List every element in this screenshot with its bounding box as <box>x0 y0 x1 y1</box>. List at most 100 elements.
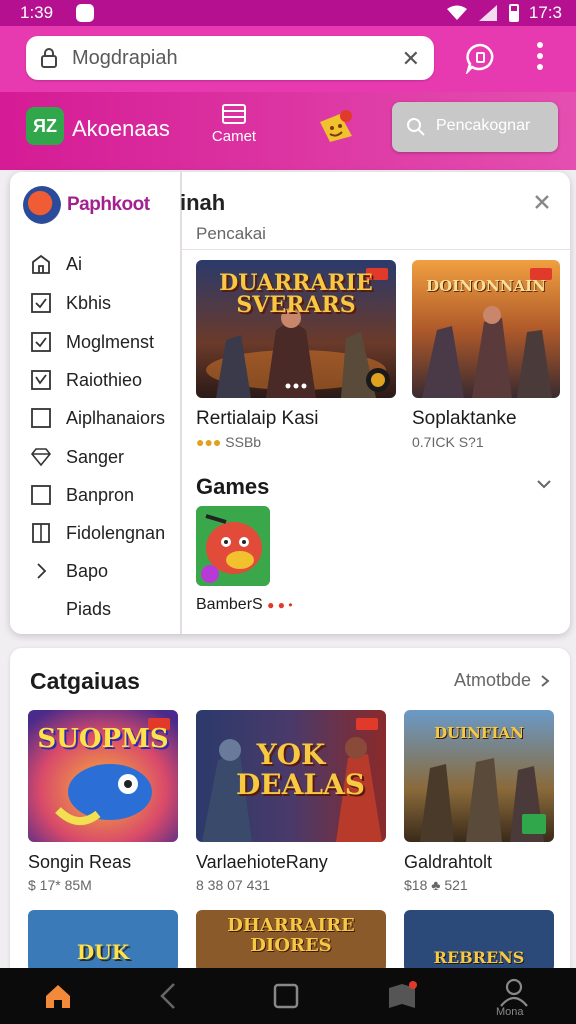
home-outline-icon <box>32 254 50 274</box>
featured-game-card[interactable]: DOINONNAIN Soplaktanke 0.7ICK S?1 <box>412 260 560 450</box>
game-name[interactable]: Rertialaip Kasi <box>196 408 396 430</box>
chat-icon[interactable] <box>464 42 496 74</box>
nav-games-label: Camet <box>211 128 257 145</box>
category-art-title: REBRENS <box>433 948 525 967</box>
sidebar-item-label: Piads <box>66 598 112 619</box>
game-meta: 0.7ICK S?1 <box>412 434 484 450</box>
games-heading: Games <box>196 474 270 499</box>
library-icon[interactable] <box>386 980 418 1012</box>
category-thumbnail[interactable]: YOK DEALAS <box>196 710 386 842</box>
wifi-icon <box>446 5 467 20</box>
sidebar-item-0[interactable]: Ai <box>30 249 180 279</box>
status-bar: 1:39 17:3 <box>0 0 576 26</box>
chevron-right-icon[interactable] <box>540 674 550 688</box>
category-art-title: SUOPMS <box>37 724 169 754</box>
sidebar-item-3[interactable]: Raiothieo <box>30 365 180 395</box>
sidebar-item-label: Aiplhanaiors <box>66 407 166 428</box>
dots-icon: ● ● • <box>267 598 293 612</box>
game-name[interactable]: BamberS ● ● • <box>196 596 316 614</box>
sidebar-item-label: Kbhis <box>66 292 112 313</box>
sidebar-item-label: Fidolengnan <box>66 522 166 543</box>
status-right: 17:3 <box>446 3 562 23</box>
sidebar-item-label: Moglmenst <box>66 331 155 352</box>
category-name[interactable]: Songin Reas <box>28 852 178 873</box>
back-icon[interactable] <box>152 980 184 1012</box>
categories-heading: Catgaiuas <box>30 668 140 694</box>
nav-games[interactable]: Camet <box>206 104 262 154</box>
sidebar-item-4[interactable]: Aiplhanaiors <box>30 403 180 433</box>
avatar[interactable] <box>23 186 61 224</box>
clear-url-icon[interactable]: ✕ <box>402 46 420 72</box>
category-art-title: DHARRAIRE DIORES <box>227 915 355 956</box>
search-button[interactable]: Pencakognar <box>392 102 558 152</box>
status-time: 1:39 <box>20 3 54 22</box>
featured-game-card[interactable]: DUARRARIE SVERARS Rertialaip Kasi ●●● SS… <box>196 260 396 450</box>
home-icon[interactable] <box>42 980 74 1012</box>
bottom-navigation: Mona <box>0 968 576 1024</box>
status-clock: 17:3 <box>528 3 562 22</box>
site-logo[interactable]: ЯZ <box>26 107 64 145</box>
panel-title: inah <box>180 190 226 215</box>
category-card[interactable]: YOK DEALAS VarlaehioteRany 8 38 07 431 <box>196 710 386 893</box>
category-thumbnail[interactable]: DUINFIAN <box>404 710 554 842</box>
app-notification-icon <box>76 4 94 22</box>
sidebar-item-7[interactable]: Fidolengnan <box>30 518 180 548</box>
site-header: ЯZ Akoenaas Camet Pencakognar <box>0 92 576 170</box>
tabs-icon[interactable] <box>270 980 302 1012</box>
sidebar-item-label: Ai <box>66 253 83 274</box>
menu-grid-icon <box>222 104 246 124</box>
sidebar-item-5[interactable]: Sanger <box>30 442 180 472</box>
category-art-title: YOK DEALAS <box>236 738 365 801</box>
book-icon <box>32 523 50 543</box>
category-card[interactable]: REBRENS <box>404 910 554 972</box>
category-card[interactable]: SUOPMS Songin Reas $ 17* 85M <box>28 710 178 893</box>
url-text: Mogdrapiah <box>72 47 178 69</box>
game-meta-text: SSBb <box>225 434 262 450</box>
profile-icon[interactable] <box>498 976 530 1008</box>
lock-icon <box>41 48 57 68</box>
game-thumbnail[interactable]: DOINONNAIN <box>412 260 560 398</box>
close-icon[interactable] <box>532 192 552 212</box>
sidebar-item-8[interactable]: Bapo <box>30 556 180 586</box>
more-options-icon[interactable] <box>534 42 546 76</box>
game-meta: ●●● SSBb <box>196 434 396 450</box>
game-name-text: BamberS <box>196 596 263 613</box>
category-card[interactable]: DHARRAIRE DIORES <box>196 910 386 972</box>
chevron-right-icon <box>37 563 47 579</box>
site-brand[interactable]: Akoenaas <box>72 116 170 142</box>
side-menu: Paphkoot Ai Kbhis Moglmenst Raiothieo Ai… <box>10 172 182 634</box>
game-card[interactable]: BamberS ● ● • <box>196 506 316 614</box>
profile-name[interactable]: Paphkoot <box>67 194 150 216</box>
category-name[interactable]: Galdrahtolt <box>404 852 554 873</box>
category-name[interactable]: VarlaehioteRany <box>196 852 386 873</box>
rewards-badge-icon[interactable] <box>316 108 356 146</box>
sidebar-item-1[interactable]: Kbhis <box>30 288 180 318</box>
game-thumbnail[interactable] <box>196 506 270 586</box>
category-thumbnail[interactable]: REBRENS <box>404 910 554 972</box>
sidebar-item-6[interactable]: Banpron <box>30 480 180 510</box>
see-more-link[interactable]: Atmotbde <box>454 670 531 691</box>
game-thumbnail[interactable]: DUARRARIE SVERARS <box>196 260 396 398</box>
sidebar-item-9[interactable]: Piads <box>30 594 180 624</box>
address-bar[interactable]: Mogdrapiah ✕ <box>26 36 434 80</box>
checkbox-empty-icon <box>31 485 51 505</box>
checkbox-empty-icon <box>31 408 51 428</box>
panel-subtitle: Pencakai <box>196 224 266 243</box>
battery-icon <box>508 4 519 22</box>
sidebar-item-label: Raiothieo <box>66 369 143 390</box>
search-button-label: Pencakognar <box>436 117 531 134</box>
diamond-icon <box>30 448 52 467</box>
profile-label: Mona <box>496 1006 524 1018</box>
category-card[interactable]: DUINFIAN Galdrahtolt $18 ♣ 521 <box>404 710 554 893</box>
category-thumbnail[interactable]: SUOPMS <box>28 710 178 842</box>
category-thumbnail[interactable]: DHARRAIRE DIORES <box>196 910 386 972</box>
category-thumbnail[interactable]: DUK <box>28 910 178 972</box>
games-dropdown-panel: Paphkoot Ai Kbhis Moglmenst Raiothieo Ai… <box>10 172 570 634</box>
category-card[interactable]: DUK <box>28 910 178 972</box>
divider <box>182 249 570 250</box>
chevron-down-icon[interactable] <box>536 478 552 490</box>
game-name[interactable]: Soplaktanke <box>412 408 560 430</box>
category-meta: $ 17* 85M <box>28 877 92 893</box>
category-art-title: DUINFIAN <box>434 724 524 742</box>
sidebar-item-2[interactable]: Moglmenst <box>30 327 180 357</box>
